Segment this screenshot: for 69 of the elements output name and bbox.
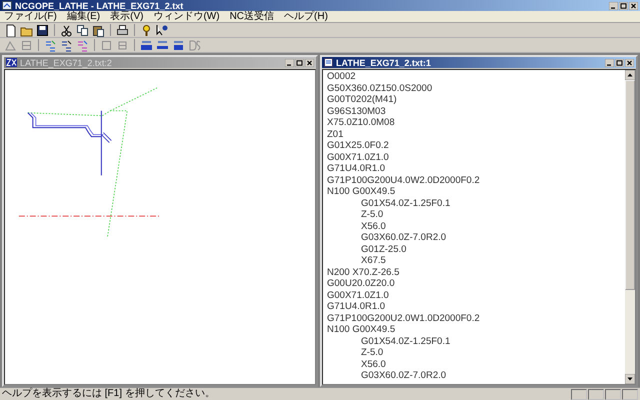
code-line: O0002 [326, 71, 357, 82]
code-line: G03X60.0Z-7.0R2.0 [360, 232, 448, 244]
convert-icon[interactable] [60, 38, 73, 52]
code-line: X67.5 [360, 255, 387, 266]
convert-icon[interactable] [44, 38, 57, 52]
child-title-bar[interactable]: LATHE_EXG71_2.txt:1 [322, 57, 636, 68]
code-line: X56.0 [360, 358, 387, 370]
status-pane [605, 388, 621, 400]
code-line: G71U4.0R1.0 [326, 163, 386, 174]
document-icon [324, 58, 333, 67]
vertical-scrollbar[interactable] [625, 70, 635, 384]
app-icon [2, 1, 12, 10]
menu-item[interactable]: NC送受信 [230, 10, 274, 22]
printer-icon[interactable] [116, 24, 129, 36]
maximize-button[interactable] [295, 58, 304, 66]
menu-item[interactable]: ヘルプ(H) [284, 10, 328, 22]
copy-icon[interactable] [76, 24, 89, 36]
code-line: G03X60.0Z-7.0R2.0 [360, 370, 448, 382]
minimize-button[interactable] [609, 2, 618, 10]
text-tool-icon[interactable] [140, 38, 153, 52]
code-line: G01Z-25.0 [360, 244, 408, 255]
code-line: G00U20.0Z20.0 [326, 278, 396, 290]
code-line: G01X54.0Z-1.25F0.1 [360, 336, 452, 347]
text-tool-icon[interactable] [172, 38, 185, 52]
restore-button[interactable] [619, 2, 628, 10]
status-text: ヘルプを表示するには [F1] を押してください。 [2, 388, 216, 400]
code-line: X75.0Z10.0M08 [326, 117, 396, 128]
status-pane [588, 388, 604, 400]
code-line: G71U4.0R1.0 [326, 301, 386, 312]
code-line: G01X54.0Z-1.25F0.1 [360, 198, 452, 209]
code-line: G00X71.0Z1.0 [326, 152, 390, 163]
save-icon[interactable] [36, 24, 49, 36]
code-line: N100 G00X49.5 [326, 324, 396, 336]
window-title: LATHE_EXG71_2.txt:1 [336, 58, 432, 68]
scissors-icon[interactable] [60, 24, 73, 36]
code-line: G50X360.0Z150.0S2000 [326, 82, 434, 94]
paste-icon[interactable] [92, 24, 105, 36]
context-help-icon[interactable] [156, 24, 169, 36]
menu-item[interactable]: ウィンドウ(W) [153, 10, 220, 22]
code-line: G71P100G200U2.0W1.0D2000F0.2 [326, 312, 481, 324]
code-line: Z-5.0 [360, 209, 384, 220]
close-button[interactable] [625, 58, 634, 66]
code-line: N200 X70.Z-26.5 [326, 266, 400, 278]
close-button[interactable] [305, 58, 314, 66]
window-title: NCGOPE_LATHE - LATHE_EXG71_2.txt [15, 0, 184, 10]
zx-icon [6, 58, 17, 67]
status-pane [571, 388, 587, 400]
code-line: G96S130M03 [326, 106, 387, 117]
status-pane [622, 388, 638, 400]
code-line: G00X71.0Z1.0 [326, 290, 390, 301]
code-line: X56.0 [360, 220, 387, 232]
code-line: Z01 [326, 128, 344, 140]
minimize-button[interactable] [285, 58, 294, 66]
code-line: G01X25.0F0.2 [326, 140, 390, 152]
menu-item[interactable]: ファイル(F) [4, 10, 57, 22]
scroll-down-arrow-icon[interactable] [625, 374, 635, 384]
help-icon[interactable] [140, 24, 153, 36]
window-title: LATHE_EXG71_2.txt:2 [20, 58, 113, 68]
menu-item[interactable]: 表示(V) [110, 10, 144, 22]
scroll-up-arrow-icon[interactable] [625, 70, 635, 80]
code-line: G71P100G200U4.0W2.0D2000F0.2 [326, 174, 481, 186]
menu-item[interactable]: 編集(E) [66, 10, 100, 22]
text-tool-icon[interactable] [156, 38, 169, 52]
code-line: G00T0202(M41) [326, 94, 398, 106]
minimize-button[interactable] [605, 58, 614, 66]
code-line: N100 G00X49.5 [326, 186, 396, 198]
maximize-button[interactable] [615, 58, 624, 66]
close-button[interactable] [629, 2, 638, 10]
code-line: Z-5.0 [360, 347, 384, 358]
